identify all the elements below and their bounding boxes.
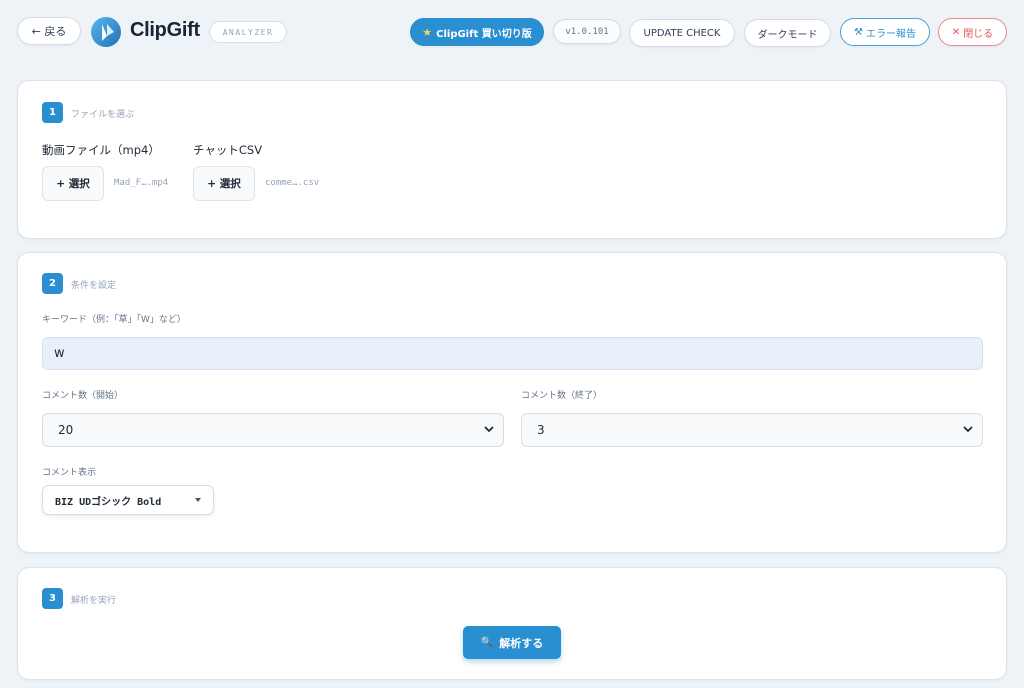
premium-button[interactable]: ★ ClipGift 買い切り版 — [410, 18, 544, 46]
step-number: 3 — [42, 588, 63, 609]
update-check-button[interactable]: UPDATE CHECK — [629, 19, 735, 47]
magnifier-icon: 🔍 — [480, 637, 494, 648]
video-file-name: Mad_F….mp4 — [114, 178, 169, 188]
font-select-dropdown[interactable]: BIZ UDゴシック Bold — [42, 485, 214, 515]
step-title: 解析を実行 — [71, 596, 117, 606]
keyword-label: キーワード（例：「草」「W」など） — [42, 315, 186, 325]
end-count-label: コメント数（終了） — [521, 391, 603, 401]
caret-down-icon — [195, 498, 201, 502]
dark-mode-button[interactable]: ダークモード — [744, 19, 831, 47]
back-button[interactable]: ← 戻る — [17, 17, 81, 45]
run-label: 解析する — [499, 636, 544, 650]
wrench-icon: ⚒ — [854, 26, 863, 38]
video-file-label: 動画ファイル（mp4） — [42, 143, 160, 157]
version-badge: v1.0.101 — [553, 19, 621, 44]
chat-csv-label: チャットCSV — [193, 143, 263, 157]
star-icon: ★ — [422, 25, 433, 39]
step-number: 2 — [42, 273, 63, 294]
start-count-label: コメント数（開始） — [42, 391, 124, 401]
step-title: 条件を設定 — [71, 281, 117, 291]
app-name: ClipGift — [130, 19, 200, 41]
premium-label: ClipGift 買い切り版 — [436, 28, 532, 40]
comment-display-label: コメント表示 — [42, 468, 97, 478]
run-analysis-button[interactable]: 🔍 解析する — [463, 626, 561, 659]
end-count-value: 3 — [537, 423, 545, 437]
error-report-button[interactable]: ⚒ エラー報告 — [840, 18, 930, 46]
analyzer-badge: ANALYZER — [209, 21, 287, 43]
file-select-card: 1 ファイルを選ぶ 動画ファイル（mp4） + 選択 Mad_F….mp4 チャ… — [17, 80, 1007, 239]
csv-select-button[interactable]: + 選択 — [193, 166, 255, 201]
end-count-select[interactable]: 3 — [521, 413, 983, 447]
font-value: BIZ UDゴシック Bold — [55, 496, 162, 508]
conditions-card: 2 条件を設定 キーワード（例：「草」「W」など） w コメント数（開始） 20… — [17, 252, 1007, 553]
close-label: 閉じる — [963, 28, 994, 40]
chevron-down-icon — [484, 426, 494, 433]
step-number: 1 — [42, 102, 63, 123]
app-header: ← 戻る ClipGift ANALYZER ★ ClipGift 買い切り版 … — [0, 0, 1024, 66]
close-icon: ✕ — [951, 26, 961, 38]
step-title: ファイルを選ぶ — [71, 110, 135, 120]
run-analysis-card: 3 解析を実行 🔍 解析する — [17, 567, 1007, 680]
keyword-input[interactable]: w — [42, 337, 983, 370]
csv-file-name: comme….csv — [265, 178, 320, 188]
video-select-button[interactable]: + 選択 — [42, 166, 104, 201]
error-report-label: エラー報告 — [865, 28, 916, 40]
clipgift-logo-icon — [91, 17, 121, 47]
close-button[interactable]: ✕ 閉じる — [938, 18, 1007, 46]
start-count-value: 20 — [58, 423, 74, 437]
start-count-select[interactable]: 20 — [42, 413, 504, 447]
chevron-down-icon — [963, 426, 973, 433]
